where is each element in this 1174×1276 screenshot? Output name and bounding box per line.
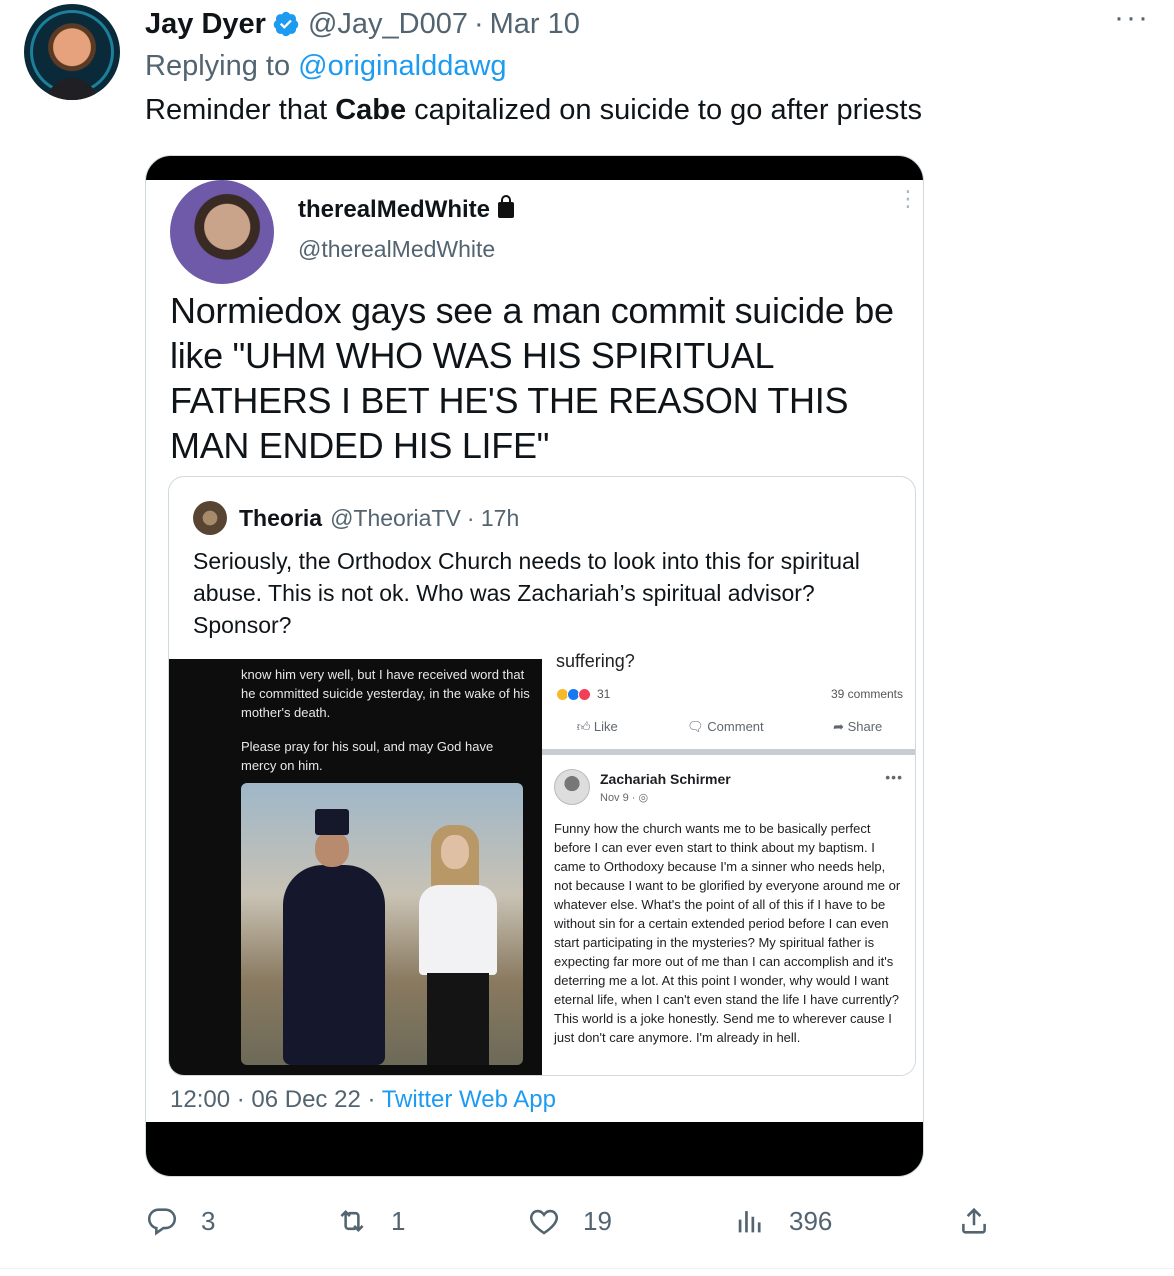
- quoted-handle: @TheoriaTV: [330, 504, 461, 531]
- priest-robe: [283, 865, 385, 1065]
- embedded-name-row: therealMedWhite: [298, 195, 515, 224]
- verified-badge-icon: [273, 11, 299, 37]
- fb-like-label: Like: [593, 719, 618, 734]
- tweet-text-start: Reminder that: [145, 94, 336, 126]
- embedded-avatar: [170, 180, 274, 284]
- embedded-kebab-icon: ⋮: [897, 186, 919, 211]
- quoted-header: Theoria @TheoriaTV · 17h: [193, 501, 519, 535]
- replying-to-label: Replying to: [145, 50, 299, 82]
- embedded-handle: @therealMedWhite: [298, 236, 496, 262]
- views-count: 396: [789, 1205, 833, 1236]
- fb-post-date: Nov 9 · ◎: [600, 792, 649, 804]
- embedded-name: therealMedWhite: [298, 196, 491, 223]
- fb-comment-button: 🗨︎ Comment: [687, 719, 764, 734]
- fb-post: Zachariah Schirmer Nov 9 · ◎ ••• Funny h…: [542, 755, 915, 1075]
- fb-love-icon: [578, 687, 591, 701]
- fb-right-panel: suffering? 31 39 comments 👍︎ Like 🗨︎ Com…: [542, 651, 915, 1075]
- lock-icon: [498, 195, 515, 218]
- share-button[interactable]: [957, 1204, 991, 1238]
- priest-face: [315, 831, 349, 867]
- tweet-text-end: capitalized on suicide to go after pries…: [406, 94, 922, 126]
- like-icon: [529, 1209, 559, 1235]
- fb-post-name: Zachariah Schirmer: [600, 771, 731, 787]
- fb-share-label: Share: [847, 719, 883, 734]
- retweet-icon: [340, 1209, 364, 1233]
- fb-left-text-2: Please pray for his soul, and may God ha…: [241, 739, 494, 773]
- reply-count: 3: [201, 1205, 216, 1236]
- fb-action-bar: 👍︎ Like 🗨︎ Comment ➦ Share: [542, 719, 915, 735]
- reply-icon: [147, 1208, 177, 1236]
- tweet-divider: [0, 1268, 1174, 1269]
- like-button[interactable]: 19: [527, 1204, 612, 1238]
- quoted-text: Seriously, the Orthodox Church needs to …: [193, 548, 860, 638]
- fb-like-button: 👍︎ Like: [576, 719, 618, 734]
- fb-photo: [241, 783, 523, 1065]
- tweet-header: Jay Dyer @Jay_D007 · Mar 10: [145, 6, 580, 42]
- photo-priest-figure: [279, 809, 389, 1065]
- fb-post-more-icon: •••: [885, 769, 903, 785]
- replying-to: Replying to @originalddawg: [145, 50, 507, 83]
- quoted-name: Theoria: [239, 504, 323, 531]
- quoted-time: · 17h: [466, 504, 520, 531]
- tweet-action-bar: 3 1 19 396: [145, 1204, 1005, 1244]
- author-name[interactable]: Jay Dyer: [145, 8, 266, 41]
- tweet-text-bold: Cabe: [335, 94, 407, 126]
- views-icon: [738, 1211, 761, 1233]
- fb-comment-label: Comment: [707, 719, 764, 734]
- retweet-button[interactable]: 1: [335, 1204, 405, 1238]
- tweet[interactable]: Jay Dyer @Jay_D007 · Mar 10 ··· Replying…: [0, 0, 1174, 1276]
- fb-post-avatar: [554, 769, 590, 805]
- embedded-footer: 12:00 · 06 Dec 22 · Twitter Web App: [170, 1086, 556, 1114]
- tweet-date[interactable]: Mar 10: [490, 8, 580, 41]
- header-separator: ·: [473, 7, 484, 40]
- like-count: 19: [583, 1205, 612, 1236]
- author-avatar[interactable]: [24, 4, 120, 100]
- retweet-count: 1: [391, 1205, 406, 1236]
- embedded-screenshot: therealMedWhite @therealMedWhite ⋮ Normi…: [146, 180, 923, 1122]
- tweet-text: Reminder that Cabe capitalized on suicid…: [145, 94, 922, 127]
- fb-left-text: know him very well, but I have received …: [241, 667, 530, 720]
- fb-share-button: ➦ Share: [833, 719, 883, 734]
- views-button[interactable]: 396: [733, 1204, 832, 1238]
- embedded-source-app: Twitter Web App: [381, 1086, 556, 1113]
- share-icon: [962, 1207, 986, 1234]
- fb-suffering-text: suffering?: [556, 651, 635, 671]
- fb-reaction-count: 31: [597, 687, 611, 701]
- reply-button[interactable]: 3: [145, 1204, 215, 1238]
- fb-comment-count: 39 comments: [830, 687, 903, 701]
- priest-hat: [315, 809, 349, 835]
- quoted-avatar: [193, 501, 227, 535]
- young-pants: [427, 973, 489, 1065]
- embedded-timestamp: 12:00 · 06 Dec 22 ·: [170, 1086, 382, 1113]
- photo-young-man-figure: [409, 825, 505, 1065]
- embedded-text: Normiedox gays see a man commit suicide …: [170, 290, 894, 466]
- fb-post-footer: suffering? 31 39 comments 👍︎ Like 🗨︎ Com…: [542, 651, 915, 749]
- young-shirt: [419, 885, 497, 975]
- fb-reactions: 31: [556, 687, 610, 701]
- fb-post-text: Funny how the church wants me to be basi…: [554, 821, 901, 1045]
- tweet-media-image[interactable]: therealMedWhite @therealMedWhite ⋮ Normi…: [145, 155, 924, 1177]
- quoted-tweet: Theoria @TheoriaTV · 17h Seriously, the …: [168, 476, 916, 1076]
- more-options-icon[interactable]: ···: [1114, 3, 1150, 33]
- fb-left-panel: know him very well, but I have received …: [169, 659, 542, 1075]
- young-face: [441, 835, 469, 869]
- replying-to-link[interactable]: @originalddawg: [298, 50, 506, 82]
- author-handle[interactable]: @Jay_D007: [308, 8, 468, 41]
